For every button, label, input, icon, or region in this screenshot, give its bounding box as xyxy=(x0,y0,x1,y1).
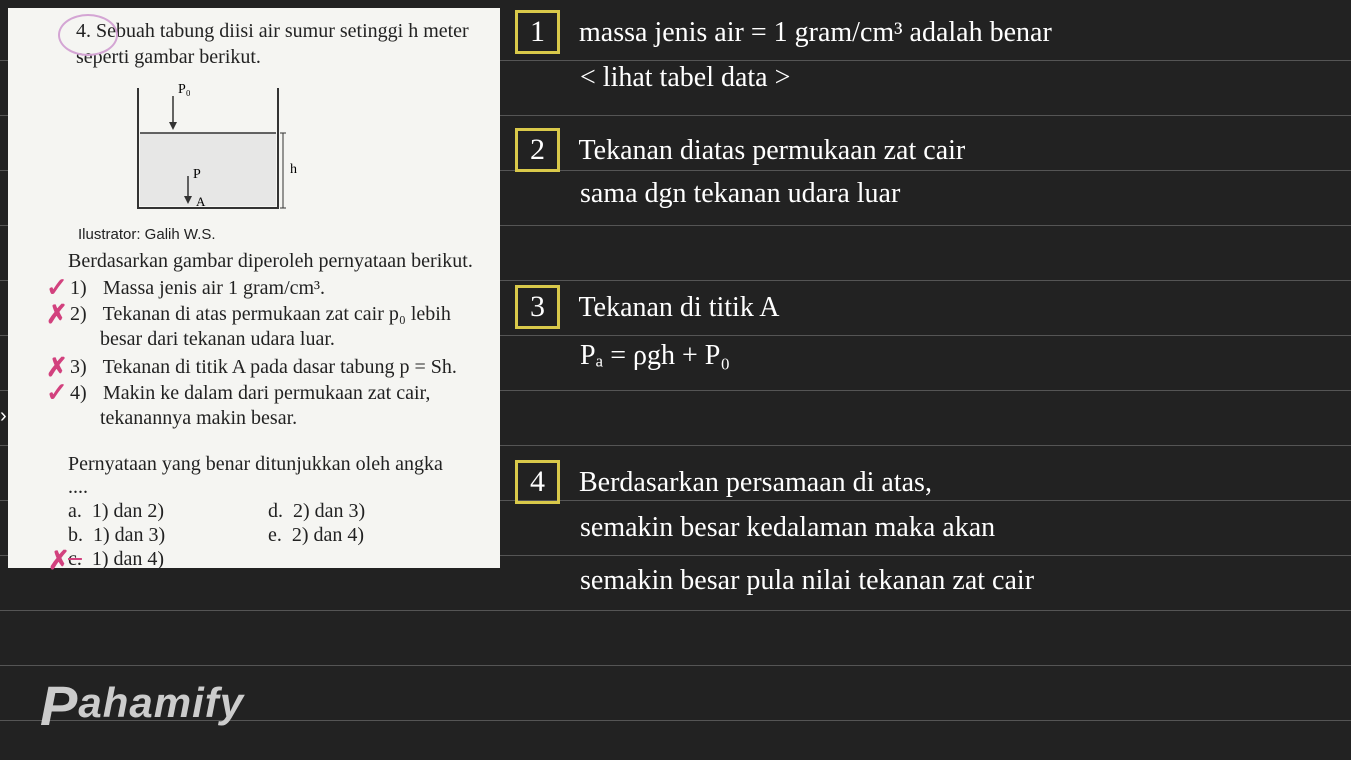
question-panel: 4. Sebuah tabung diisi air sumur setingg… xyxy=(8,8,500,568)
annotation-1: 1 massa jenis air = 1 gram/cm³ adalah be… xyxy=(515,10,1052,54)
annotation-2: 2 Tekanan diatas permukaan zat cair xyxy=(515,128,965,172)
statements-intro: Berdasarkan gambar diperoleh pernyataan … xyxy=(68,250,473,273)
question-line2: seperti gambar berikut. xyxy=(76,46,261,68)
note2-line2: sama dgn tekanan udara luar xyxy=(580,178,900,210)
box-number-2: 2 xyxy=(515,128,560,172)
note3-line1: Tekanan di titik A xyxy=(579,292,780,323)
arrow-indicator-icon: › xyxy=(0,405,7,428)
annotation-4: 4 Berdasarkan persamaan di atas, xyxy=(515,460,932,504)
p-label: P xyxy=(193,167,201,182)
mark-check-4: ✓ xyxy=(46,378,68,408)
tube-diagram: P₀ h P A xyxy=(118,78,298,218)
option-c: c. 1) dan 4) xyxy=(68,548,164,571)
box-number-4: 4 xyxy=(515,460,560,504)
p0-label: P₀ xyxy=(178,82,191,97)
note4-line3: semakin besar pula nilai tekanan zat cai… xyxy=(580,565,1034,597)
question-text: 4. Sebuah tabung diisi air sumur setingg… xyxy=(76,18,480,70)
option-b: b. 1) dan 3) xyxy=(68,524,165,547)
note1-line2: < lihat tabel data > xyxy=(580,62,790,94)
mark-check-1: ✓ xyxy=(46,273,68,303)
note3-line2: Pₐ = ρgh + P₀ xyxy=(580,340,730,372)
h-label: h xyxy=(290,162,297,177)
statement-2: 2) Tekanan di atas permukaan zat cair p₀… xyxy=(70,302,490,352)
mark-x-2: ✗ xyxy=(46,300,68,330)
note1-line1: massa jenis air = 1 gram/cm³ adalah bena… xyxy=(579,17,1052,48)
annotation-3: 3 Tekanan di titik A xyxy=(515,285,780,329)
box-number-3: 3 xyxy=(515,285,560,329)
statement-4: 4) Makin ke dalam dari permukaan zat cai… xyxy=(70,381,490,431)
question-line1: Sebuah tabung diisi air sumur setinggi h… xyxy=(96,20,469,42)
a-label: A xyxy=(196,194,206,209)
note4-line1: Berdasarkan persamaan di atas, xyxy=(579,467,932,498)
question-number: 4. xyxy=(76,20,91,42)
option-d: d. 2) dan 3) xyxy=(268,500,365,523)
question-prompt: Pernyataan yang benar ditunjukkan oleh a… xyxy=(68,453,443,499)
watermark-logo: Pahamify xyxy=(40,665,244,730)
statement-3: 3) Tekanan di titik A pada dasar tabung … xyxy=(70,355,457,380)
mark-x-c: ✗ xyxy=(48,546,70,576)
note4-line2: semakin besar kedalaman maka akan xyxy=(580,512,995,544)
box-number-1: 1 xyxy=(515,10,560,54)
option-a: a. 1) dan 2) xyxy=(68,500,164,523)
illustrator-credit: Ilustrator: Galih W.S. xyxy=(78,226,216,243)
statement-1: 1) Massa jenis air 1 gram/cm³. xyxy=(70,276,325,301)
option-e: e. 2) dan 4) xyxy=(268,524,364,547)
note2-line1: Tekanan diatas permukaan zat cair xyxy=(579,135,966,166)
